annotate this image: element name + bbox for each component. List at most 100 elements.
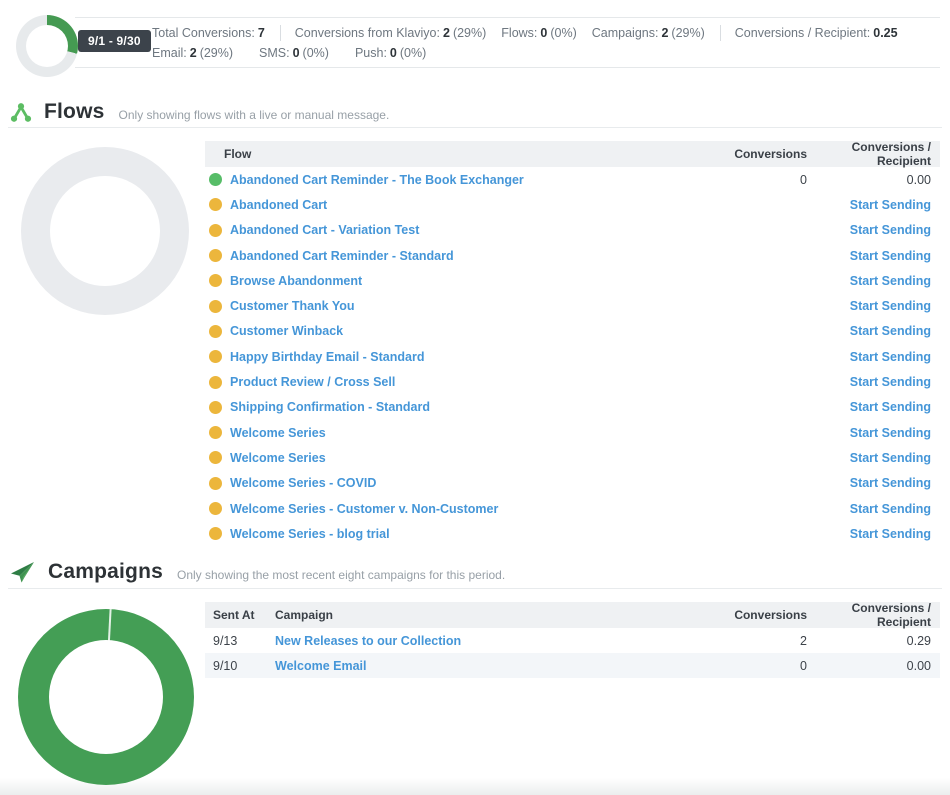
overview-stats: Total Conversions:7 Conversions from Kla… xyxy=(75,17,940,68)
flow-status-manual-dot xyxy=(209,401,222,414)
stat-email: Email:2(29%) xyxy=(152,46,233,60)
campaign-conversions-value: 2 xyxy=(687,634,807,648)
flow-status-manual-dot xyxy=(209,274,222,287)
flow-status-manual-dot xyxy=(209,502,222,515)
flow-row: Happy Birthday Email - Standard Start Se… xyxy=(205,344,940,369)
campaign-cpr-value: 0.29 xyxy=(807,634,940,648)
campaign-name-link[interactable]: Welcome Email xyxy=(275,659,687,673)
flows-col-flow: Flow xyxy=(224,147,687,161)
stat-divider xyxy=(280,25,281,41)
campaign-sent-at: 9/10 xyxy=(213,659,267,673)
flow-name-link[interactable]: Welcome Series xyxy=(230,451,687,465)
stat-conversions-per-recipient: Conversions / Recipient:0.25 xyxy=(735,26,898,40)
flow-row: Abandoned Cart Start Sending xyxy=(205,192,940,217)
start-sending-link[interactable]: Start Sending xyxy=(850,375,931,389)
flow-row: Abandoned Cart Reminder - The Book Excha… xyxy=(205,167,940,192)
flows-divider-rule xyxy=(8,127,942,128)
flow-row: Abandoned Cart Reminder - Standard Start… xyxy=(205,243,940,268)
stat-flows: Flows:0(0%) xyxy=(501,26,576,40)
campaigns-table-header: Sent At Campaign Conversions Conversions… xyxy=(205,602,940,628)
start-sending-link[interactable]: Start Sending xyxy=(850,527,931,541)
flow-status-manual-dot xyxy=(209,325,222,338)
donut-segment-divider xyxy=(108,609,112,641)
flow-name-link[interactable]: Customer Thank You xyxy=(230,299,687,313)
flow-status-manual-dot xyxy=(209,249,222,262)
flow-row: Abandoned Cart - Variation Test Start Se… xyxy=(205,218,940,243)
flow-row: Customer Thank You Start Sending xyxy=(205,293,940,318)
flows-table-header: Flow Conversions Conversions / Recipient xyxy=(205,141,940,167)
flow-name-link[interactable]: Product Review / Cross Sell xyxy=(230,375,687,389)
flow-row: Welcome Series - Customer v. Non-Custome… xyxy=(205,496,940,521)
flow-status-manual-dot xyxy=(209,198,222,211)
flow-status-manual-dot xyxy=(209,451,222,464)
start-sending-link[interactable]: Start Sending xyxy=(850,451,931,465)
flow-status-manual-dot xyxy=(209,527,222,540)
campaigns-title: Campaigns xyxy=(48,560,163,584)
flow-name-link[interactable]: Welcome Series - blog trial xyxy=(230,527,687,541)
flows-section-header: Flows Only showing flows with a live or … xyxy=(10,97,389,127)
start-sending-link[interactable]: Start Sending xyxy=(850,223,931,237)
flow-status-manual-dot xyxy=(209,477,222,490)
flows-title: Flows xyxy=(44,100,105,124)
stat-divider xyxy=(720,25,721,41)
start-sending-link[interactable]: Start Sending xyxy=(850,426,931,440)
date-range-badge[interactable]: 9/1 - 9/30 xyxy=(78,30,151,52)
stat-sms: SMS:0(0%) xyxy=(259,46,329,60)
flow-row: Welcome Series Start Sending xyxy=(205,445,940,470)
campaigns-subtitle: Only showing the most recent eight campa… xyxy=(177,568,505,582)
campaigns-col-sent-at: Sent At xyxy=(213,608,267,622)
flow-row: Browse Abandonment Start Sending xyxy=(205,268,940,293)
campaigns-table: Sent At Campaign Conversions Conversions… xyxy=(205,602,940,678)
flow-name-link[interactable]: Customer Winback xyxy=(230,324,687,338)
branch-icon xyxy=(10,102,32,123)
start-sending-link[interactable]: Start Sending xyxy=(850,502,931,516)
flow-name-link[interactable]: Abandoned Cart Reminder - The Book Excha… xyxy=(230,173,687,187)
campaigns-col-cpr: Conversions / Recipient xyxy=(807,601,940,629)
flow-row: Welcome Series - COVID Start Sending xyxy=(205,471,940,496)
flows-col-cpr: Conversions / Recipient xyxy=(807,140,940,168)
flow-name-link[interactable]: Shipping Confirmation - Standard xyxy=(230,400,687,414)
start-sending-link[interactable]: Start Sending xyxy=(850,198,931,212)
stat-total-conversions: Total Conversions:7 xyxy=(152,26,265,40)
flow-name-link[interactable]: Browse Abandonment xyxy=(230,274,687,288)
campaign-cpr-value: 0.00 xyxy=(807,659,940,673)
campaigns-col-conversions: Conversions xyxy=(687,608,807,622)
campaign-row: 9/10 Welcome Email 0 0.00 xyxy=(205,653,940,678)
start-sending-link[interactable]: Start Sending xyxy=(850,400,931,414)
flow-cpr-value: 0.00 xyxy=(807,173,940,187)
overview-stats-row1: Total Conversions:7 Conversions from Kla… xyxy=(152,25,940,41)
flow-row: Welcome Series - blog trial Start Sendin… xyxy=(205,521,940,546)
start-sending-link[interactable]: Start Sending xyxy=(850,324,931,338)
flow-status-manual-dot xyxy=(209,224,222,237)
flows-col-conversions: Conversions xyxy=(687,147,807,161)
campaigns-section-header: Campaigns Only showing the most recent e… xyxy=(10,557,505,587)
start-sending-link[interactable]: Start Sending xyxy=(850,350,931,364)
start-sending-link[interactable]: Start Sending xyxy=(850,249,931,263)
flow-name-link[interactable]: Abandoned Cart - Variation Test xyxy=(230,223,687,237)
flows-subtitle: Only showing flows with a live or manual… xyxy=(119,108,390,122)
flow-name-link[interactable]: Welcome Series xyxy=(230,426,687,440)
start-sending-link[interactable]: Start Sending xyxy=(850,274,931,288)
flow-name-link[interactable]: Happy Birthday Email - Standard xyxy=(230,350,687,364)
flow-conversions-value: 0 xyxy=(687,173,807,187)
flows-table: Flow Conversions Conversions / Recipient… xyxy=(205,141,940,546)
campaign-name-link[interactable]: New Releases to our Collection xyxy=(275,634,687,648)
flow-name-link[interactable]: Welcome Series - Customer v. Non-Custome… xyxy=(230,502,687,516)
campaigns-col-campaign: Campaign xyxy=(275,608,687,622)
flow-row: Welcome Series Start Sending xyxy=(205,420,940,445)
flow-name-link[interactable]: Abandoned Cart Reminder - Standard xyxy=(230,249,687,263)
flow-status-manual-dot xyxy=(209,376,222,389)
start-sending-link[interactable]: Start Sending xyxy=(850,476,931,490)
flows-donut-chart xyxy=(21,147,189,315)
flow-status-manual-dot xyxy=(209,300,222,313)
campaign-conversions-value: 0 xyxy=(687,659,807,673)
start-sending-link[interactable]: Start Sending xyxy=(850,299,931,313)
flow-name-link[interactable]: Abandoned Cart xyxy=(230,198,687,212)
flow-name-link[interactable]: Welcome Series - COVID xyxy=(230,476,687,490)
overview-conversion-donut-chart xyxy=(16,15,78,77)
campaigns-divider-rule xyxy=(8,588,942,589)
flow-row: Shipping Confirmation - Standard Start S… xyxy=(205,395,940,420)
flow-row: Customer Winback Start Sending xyxy=(205,319,940,344)
campaign-sent-at: 9/13 xyxy=(213,634,267,648)
flow-status-manual-dot xyxy=(209,426,222,439)
